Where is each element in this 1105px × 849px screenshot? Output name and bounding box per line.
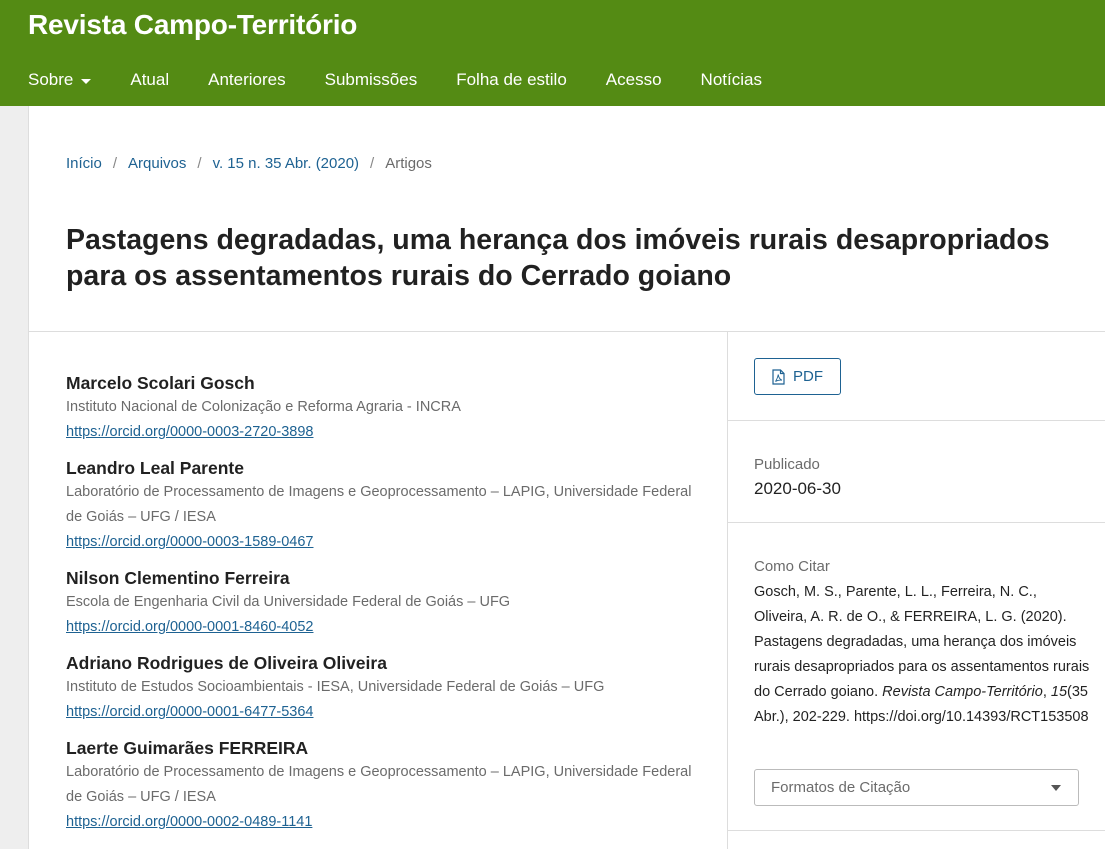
nav-item-noticias[interactable]: Notícias: [701, 70, 762, 90]
citation-formats-dropdown[interactable]: Formatos de Citação: [754, 769, 1079, 806]
author-affiliation: Escola de Engenharia Civil da Universida…: [66, 594, 511, 610]
divider: [29, 331, 1105, 332]
author-orcid-link[interactable]: https://orcid.org/0000-0001-8460-4052: [66, 615, 313, 640]
citation-volume: 15: [1050, 684, 1068, 700]
author-name: Marcelo Scolari Gosch: [66, 373, 255, 393]
nav-item-folha-de-estilo[interactable]: Folha de estilo: [456, 70, 567, 90]
author-orcid-link[interactable]: https://orcid.org/0000-0001-6477-5364: [66, 700, 313, 725]
author-entry: Marcelo Scolari Gosch Instituto Nacional…: [66, 372, 706, 445]
article-title: Pastagens degradadas, uma herança dos im…: [66, 224, 1050, 292]
author-name: Leandro Leal Parente: [66, 458, 244, 478]
published-label: Publicado: [754, 456, 820, 473]
author-entry: Laerte Guimarães FERREIRA Laboratório de…: [66, 737, 706, 835]
author-affiliation: Laboratório de Processamento de Imagens …: [66, 764, 692, 805]
author-name: Nilson Clementino Ferreira: [66, 568, 290, 588]
chevron-down-icon: [1051, 785, 1061, 791]
breadcrumb: Início / Arquivos / v. 15 n. 35 Abr. (20…: [66, 155, 432, 172]
author-entry: Nilson Clementino Ferreira Escola de Eng…: [66, 567, 706, 640]
nav-item-submissoes[interactable]: Submissões: [325, 70, 418, 90]
main-content: Início / Arquivos / v. 15 n. 35 Abr. (20…: [28, 106, 1105, 849]
author-orcid-link[interactable]: https://orcid.org/0000-0002-0489-1141: [66, 810, 312, 835]
citation-journal: Revista Campo-Território: [882, 684, 1043, 700]
author-name: Laerte Guimarães FERREIRA: [66, 738, 309, 758]
site-title[interactable]: Revista Campo-Território: [28, 9, 357, 41]
citation-text: Gosch, M. S., Parente, L. L., Ferreira, …: [754, 580, 1094, 730]
breadcrumb-separator: /: [112, 155, 118, 172]
pdf-download-button[interactable]: PDF: [754, 358, 841, 395]
published-date: 2020-06-30: [754, 479, 841, 498]
nav-item-sobre[interactable]: Sobre: [28, 70, 92, 90]
divider: [728, 830, 1105, 831]
breadcrumb-separator: /: [370, 155, 375, 172]
main-nav: Sobre Atual Anteriores Submissões Folha …: [28, 70, 801, 90]
chevron-down-icon: [81, 78, 92, 84]
author-affiliation: Laboratório de Processamento de Imagens …: [66, 484, 692, 525]
nav-item-anteriores[interactable]: Anteriores: [208, 70, 285, 90]
author-affiliation: Instituto Nacional de Colonização e Refo…: [66, 399, 461, 415]
breadcrumb-arquivos[interactable]: Arquivos: [128, 155, 186, 172]
breadcrumb-inicio[interactable]: Início: [66, 155, 102, 172]
pdf-file-icon: [772, 368, 785, 385]
column-divider: [727, 331, 728, 849]
divider: [728, 522, 1105, 523]
citation-authors: Gosch, M. S., Parente, L. L., Ferreira, …: [754, 584, 1090, 700]
author-list: Marcelo Scolari Gosch Instituto Nacional…: [66, 372, 706, 847]
site-header: Revista Campo-Território Sobre Atual Ant…: [0, 0, 1105, 106]
author-orcid-link[interactable]: https://orcid.org/0000-0003-2720-3898: [66, 420, 313, 445]
nav-item-acesso[interactable]: Acesso: [606, 70, 662, 90]
breadcrumb-current: Artigos: [385, 155, 432, 172]
author-entry: Adriano Rodrigues de Oliveira Oliveira I…: [66, 652, 706, 725]
author-name: Adriano Rodrigues de Oliveira Oliveira: [66, 653, 387, 673]
author-entry: Leandro Leal Parente Laboratório de Proc…: [66, 457, 706, 555]
how-to-cite-label: Como Citar: [754, 558, 830, 575]
breadcrumb-issue[interactable]: v. 15 n. 35 Abr. (2020): [213, 155, 359, 172]
author-affiliation: Instituto de Estudos Socioambientais - I…: [66, 679, 605, 695]
breadcrumb-separator: /: [197, 155, 202, 172]
nav-item-label: Sobre: [28, 70, 74, 89]
citation-separator: ,: [1042, 684, 1051, 700]
pdf-button-label: PDF: [793, 368, 823, 385]
citation-formats-label: Formatos de Citação: [771, 779, 911, 796]
divider: [728, 420, 1105, 421]
author-orcid-link[interactable]: https://orcid.org/0000-0003-1589-0467: [66, 530, 313, 555]
nav-item-atual[interactable]: Atual: [130, 70, 169, 90]
